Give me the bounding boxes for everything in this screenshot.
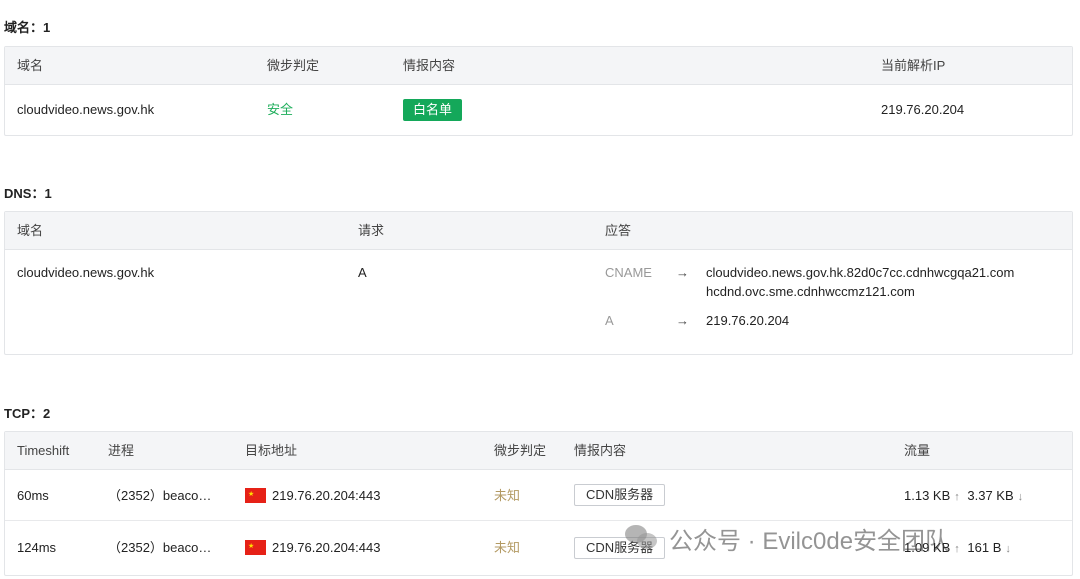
verdict-safe: 安全: [267, 102, 294, 117]
col-request: 请求: [358, 223, 385, 238]
col-answer: 应答: [605, 223, 632, 238]
col-traffic: 流量: [904, 443, 931, 458]
dns-table: 域名 请求 应答 cloudvideo.news.gov.hk A CNAME …: [4, 211, 1073, 355]
target-address[interactable]: ★ 219.76.20.204:443: [245, 521, 380, 575]
col-intel: 情报内容: [574, 443, 627, 458]
china-flag-icon: ★: [245, 488, 266, 503]
target-address-text: 219.76.20.204:443: [272, 488, 381, 503]
domain-table-header: 域名 微步判定 情报内容 当前解析IP: [5, 47, 1072, 85]
upload-size: 1.13 KB: [904, 488, 951, 503]
china-flag-icon: ★: [245, 540, 266, 555]
wechat-icon: [625, 523, 659, 553]
watermark: 公众号 · Evilc0de安全团队: [625, 518, 949, 558]
watermark-text: 公众号 · Evilc0de安全团队: [669, 527, 950, 555]
col-target: 目标地址: [245, 443, 298, 458]
dns-table-header: 域名 请求 应答: [5, 212, 1072, 250]
col-intel: 情报内容: [403, 58, 456, 73]
arrow-right-icon: →: [676, 265, 689, 280]
cname-value-1[interactable]: cloudvideo.news.gov.hk.82d0c7cc.cdnhwcgq…: [706, 265, 1014, 280]
arrow-right-icon: →: [676, 313, 689, 328]
timeshift: 60ms: [17, 488, 49, 503]
col-resolved-ip: 当前解析IP: [881, 58, 946, 73]
answer-type-a: A: [605, 313, 614, 328]
table-row: cloudvideo.news.gov.hk A CNAME → cloudvi…: [5, 250, 1072, 354]
process-name[interactable]: （2352）beaco…: [108, 521, 211, 575]
download-arrow-icon: ↓: [1017, 491, 1024, 503]
tcp-section-title: TCP：2: [4, 406, 51, 421]
cname-value-2[interactable]: hcdnd.ovc.sme.cdnhwccmz121.com: [706, 284, 915, 299]
col-verdict: 微步判定: [494, 443, 547, 458]
tcp-table-header: Timeshift 进程 目标地址 微步判定 情报内容 流量: [5, 432, 1072, 470]
table-row: cloudvideo.news.gov.hk 安全 白名单 219.76.20.…: [5, 85, 1072, 135]
upload-arrow-icon: ↑: [954, 491, 960, 503]
domain-table: 域名 微步判定 情报内容 当前解析IP cloudvideo.news.gov.…: [4, 46, 1073, 136]
answer-type-cname: CNAME: [605, 265, 652, 280]
a-record-value[interactable]: 219.76.20.204: [706, 313, 789, 328]
dns-domain[interactable]: cloudvideo.news.gov.hk: [17, 265, 154, 280]
col-verdict: 微步判定: [267, 58, 320, 73]
upload-arrow-icon: ↑: [954, 543, 960, 555]
download-size: 3.37 KB: [967, 488, 1014, 503]
col-timeshift: Timeshift: [17, 443, 70, 458]
cdn-badge: CDN服务器: [574, 484, 666, 506]
download-arrow-icon: ↓: [1005, 543, 1011, 555]
whitelist-badge: 白名单: [403, 99, 463, 121]
download-size: 161 B: [967, 540, 1002, 555]
process-name[interactable]: （2352）beaco…: [108, 470, 211, 521]
dns-section-title: DNS：1: [4, 186, 52, 201]
table-row: 60ms （2352）beaco… ★ 219.76.20.204:443 未知 …: [5, 470, 1072, 521]
verdict-unknown: 未知: [494, 488, 521, 503]
domain-section-title: 域名：1: [4, 20, 51, 35]
verdict-unknown: 未知: [494, 540, 521, 555]
timeshift: 124ms: [17, 540, 57, 555]
traffic: 1.13 KB ↑ 3.37 KB ↓: [904, 470, 1027, 523]
target-address-text: 219.76.20.204:443: [272, 540, 381, 555]
domain-name[interactable]: cloudvideo.news.gov.hk: [17, 85, 154, 135]
target-address[interactable]: ★ 219.76.20.204:443: [245, 470, 380, 521]
col-process: 进程: [108, 443, 135, 458]
resolved-ip[interactable]: 219.76.20.204: [881, 85, 964, 135]
whitelist-tag: 白名单: [403, 99, 463, 121]
dns-request-type: A: [358, 265, 367, 280]
cdn-tag: CDN服务器: [574, 484, 666, 506]
col-domain: 域名: [17, 58, 44, 73]
col-domain: 域名: [17, 223, 44, 238]
